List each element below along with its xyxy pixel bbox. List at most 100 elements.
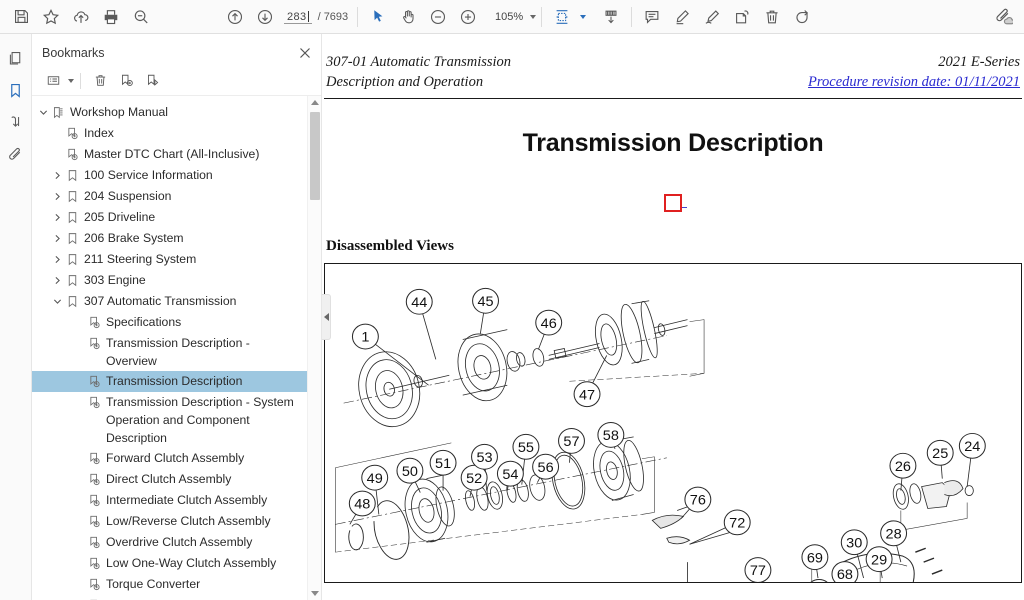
close-icon[interactable]	[295, 43, 315, 63]
attach-cloud-button[interactable]	[988, 3, 1018, 31]
hand-tool-button[interactable]	[393, 3, 423, 31]
delete-button[interactable]	[757, 3, 787, 31]
scroll-down-arrow-icon[interactable]	[308, 586, 321, 600]
exploded-diagram: 1 44 45 46 47 48 49 50 51 52 53 545556 57 58 76 72 77 69 6…	[335, 287, 986, 582]
bookmark-icon	[64, 292, 81, 310]
bookmark-item-selected[interactable]: Transmission Description	[32, 371, 307, 392]
bookmark-item-label: Index	[84, 126, 114, 140]
chevron-right-icon[interactable]	[50, 166, 64, 184]
callout-bubble: 76	[684, 486, 712, 513]
bookmark-item[interactable]: Transmission Description - System Operat…	[32, 392, 307, 448]
bookmark-item[interactable]: Low/Reverse Clutch Assembly	[32, 511, 307, 532]
search-button[interactable]	[126, 3, 156, 31]
page-bookmark-icon	[86, 491, 103, 509]
bookmark-item[interactable]: 206 Brake System	[32, 228, 307, 249]
bookmark-item-label: Master DTC Chart (All-Inclusive)	[84, 147, 260, 161]
callout-bubble: 30	[840, 529, 868, 556]
bookmark-item-label: Forward Clutch Assembly	[106, 451, 245, 465]
zoom-dropdown-icon[interactable]	[530, 14, 537, 19]
pen-button[interactable]	[697, 3, 727, 31]
favorite-button[interactable]	[36, 3, 66, 31]
rail-attachments[interactable]	[1, 138, 31, 170]
bookmark-options-dropdown-icon[interactable]	[68, 78, 74, 83]
chevron-down-icon[interactable]	[50, 292, 64, 310]
bookmark-item[interactable]: Main Control Valve Body	[32, 595, 307, 600]
chevron-right-icon[interactable]	[50, 271, 64, 289]
rail-thumbnails[interactable]	[1, 42, 31, 74]
bookmark-item[interactable]: 211 Steering System	[32, 249, 307, 270]
stamp-button[interactable]	[727, 3, 757, 31]
callout-bubble: 44	[405, 288, 433, 315]
bookmark-item[interactable]: Overdrive Clutch Assembly	[32, 532, 307, 553]
bookmark-item[interactable]: Index	[32, 123, 307, 144]
rail-bookmarks[interactable]	[1, 74, 31, 106]
page-bookmark-icon	[64, 124, 81, 142]
bookmark-item[interactable]: 204 Suspension	[32, 186, 307, 207]
disassembled-view-figure: 1 44 45 46 47 48 49 50 51 52 53 54 55 56 57 58 76 72 77 69 6…	[324, 263, 1022, 583]
page-down-button[interactable]	[250, 3, 280, 31]
rotate-button[interactable]	[787, 3, 817, 31]
callout-number: 68	[837, 567, 853, 582]
bookmark-item-label: 307 Automatic Transmission	[84, 294, 237, 308]
bookmark-delete-button[interactable]	[87, 69, 113, 93]
bookmark-item-label: Direct Clutch Assembly	[106, 472, 232, 486]
bookmark-item[interactable]: Workshop Manual	[32, 102, 307, 123]
bookmarks-toolbar	[32, 66, 321, 96]
bookmarks-tree-container: Workshop Manual Index Master DTC Chart (Al…	[32, 96, 321, 600]
callout-number: 54	[502, 467, 518, 483]
fit-page-button[interactable]	[547, 3, 577, 31]
rail-signatures[interactable]	[1, 106, 31, 138]
procedure-revision-link[interactable]: Procedure revision date: 01/11/2021	[808, 72, 1020, 92]
zoom-level-label[interactable]: 105%	[493, 11, 523, 23]
scroll-mode-button[interactable]	[596, 3, 626, 31]
bookmark-item[interactable]: Specifications	[32, 312, 307, 333]
page-up-button[interactable]	[220, 3, 250, 31]
scroll-up-arrow-icon[interactable]	[308, 96, 321, 110]
callout-number: 29	[871, 553, 887, 569]
zoom-out-button[interactable]	[423, 3, 453, 31]
bookmarks-scrollbar[interactable]	[307, 96, 321, 600]
scrollbar-thumb[interactable]	[310, 112, 320, 200]
bookmark-item[interactable]: Transmission Description - Overview	[32, 333, 307, 371]
chevron-right-icon[interactable]	[50, 187, 64, 205]
document-viewport[interactable]: 307-01 Automatic Transmission Descriptio…	[322, 34, 1024, 600]
callout-bubble: 26	[889, 452, 917, 479]
fit-page-dropdown-icon[interactable]	[580, 14, 587, 19]
bookmark-item[interactable]: Low One-Way Clutch Assembly	[32, 553, 307, 574]
page-indicator[interactable]: 283 / 7693	[284, 10, 348, 24]
bookmark-item[interactable]: Direct Clutch Assembly	[32, 469, 307, 490]
panel-collapse-handle[interactable]	[322, 294, 331, 340]
bookmarks-panel-title: Bookmarks	[42, 46, 105, 60]
bookmark-item[interactable]: 100 Service Information	[32, 165, 307, 186]
chevron-right-icon[interactable]	[50, 250, 64, 268]
callout-number: 1	[361, 330, 369, 346]
save-button[interactable]	[6, 3, 36, 31]
comment-button[interactable]	[637, 3, 667, 31]
bookmark-item[interactable]: 205 Driveline	[32, 207, 307, 228]
cloud-upload-button[interactable]	[66, 3, 96, 31]
chevron-right-icon[interactable]	[50, 229, 64, 247]
callout-number: 26	[895, 459, 911, 475]
bookmark-item[interactable]: Forward Clutch Assembly	[32, 448, 307, 469]
callout-number: 28	[886, 527, 902, 543]
red-square-annotation[interactable]	[664, 194, 687, 212]
bookmark-options-button[interactable]	[40, 69, 66, 93]
bookmark-item[interactable]: Intermediate Clutch Assembly	[32, 490, 307, 511]
page-number-input[interactable]: 283	[284, 10, 312, 24]
highlight-button[interactable]	[667, 3, 697, 31]
bookmark-item[interactable]: 303 Engine	[32, 270, 307, 291]
zoom-in-button[interactable]	[453, 3, 483, 31]
bookmark-goto-button[interactable]	[139, 69, 165, 93]
callout-bubble: 56	[532, 453, 560, 480]
chevron-down-icon[interactable]	[36, 103, 50, 121]
callout-number: 30	[846, 536, 862, 552]
bookmark-add-button[interactable]	[113, 69, 139, 93]
bookmark-item[interactable]: 307 Automatic Transmission	[32, 291, 307, 312]
callout-number: 50	[402, 464, 418, 480]
chevron-right-icon[interactable]	[50, 208, 64, 226]
bookmark-item[interactable]: Master DTC Chart (All-Inclusive)	[32, 144, 307, 165]
bookmark-item[interactable]: Torque Converter	[32, 574, 307, 595]
select-tool-button[interactable]	[363, 3, 393, 31]
print-button[interactable]	[96, 3, 126, 31]
